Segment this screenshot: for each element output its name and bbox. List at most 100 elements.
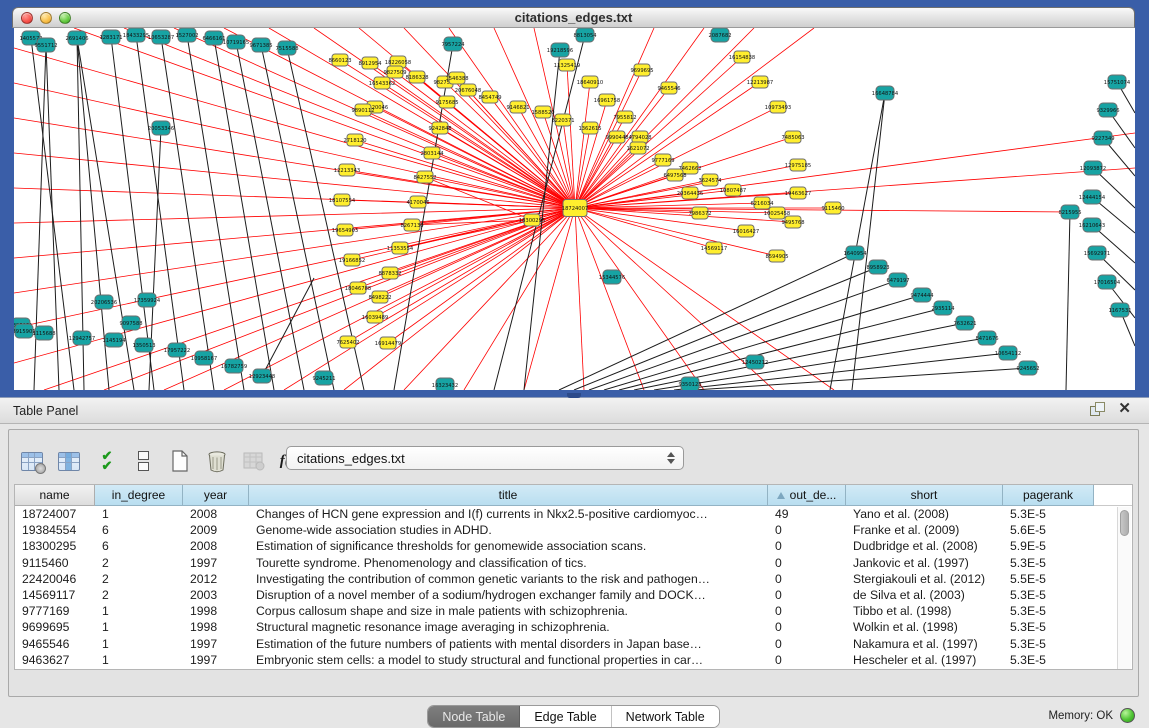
graph-node[interactable]: 1588520 (531, 106, 554, 118)
graph-node[interactable]: 7625402 (336, 336, 359, 348)
network-window-titlebar[interactable]: citations_edges.txt (12, 7, 1135, 28)
graph-node[interactable]: 9699695 (630, 64, 653, 76)
graph-node[interactable]: 2718120 (343, 134, 366, 146)
graph-node[interactable]: 19166852 (339, 254, 365, 266)
table-row[interactable]: 1938455462009Genome-wide association stu… (15, 522, 1132, 538)
graph-node[interactable]: 1640954 (843, 246, 867, 260)
graph-node[interactable]: 6479197 (886, 273, 909, 287)
graph-node[interactable]: 8427552 (413, 171, 436, 183)
graph-node[interactable]: 8878332 (378, 267, 401, 279)
table-row[interactable]: 1830029562008Estimation of significance … (15, 538, 1132, 554)
network-view-canvas[interactable]: 1872400786601238912954182260589827509818… (14, 28, 1135, 390)
graph-node[interactable]: 9245652 (1016, 361, 1039, 375)
column-header-title[interactable]: title (249, 485, 768, 506)
row-height-button[interactable] (130, 448, 156, 474)
graph-node[interactable]: 8471676 (975, 331, 998, 345)
graph-node[interactable]: 9097588 (119, 316, 142, 330)
graph-node[interactable]: 9245211 (312, 371, 335, 385)
graph-node[interactable]: 18107554 (329, 194, 356, 206)
vertical-scrollbar[interactable] (1117, 507, 1131, 669)
table-settings-button[interactable] (19, 448, 45, 474)
graph-node[interactable]: 9242848 (428, 122, 451, 134)
column-header-year[interactable]: year (183, 485, 249, 506)
graph-node[interactable]: 20053346 (148, 121, 174, 135)
graph-node[interactable]: 1621072 (626, 142, 649, 154)
graph-node[interactable]: 9115460 (821, 202, 844, 214)
table-row[interactable]: 2242004622012Investigating the contribut… (15, 571, 1132, 587)
graph-node[interactable]: 8267130 (400, 219, 423, 231)
graph-node[interactable]: 8912954 (358, 57, 382, 69)
graph-node[interactable]: 9827509 (383, 66, 406, 78)
graph-node[interactable]: 8498222 (368, 291, 391, 303)
graph-node[interactable]: 12213343 (334, 164, 360, 176)
graph-node[interactable]: 9175685 (435, 96, 458, 108)
tab-edge-table[interactable]: Edge Table (520, 706, 611, 727)
graph-node[interactable]: 9777169 (651, 154, 674, 166)
table-selector-dropdown[interactable]: citations_edges.txt (286, 446, 684, 470)
graph-node[interactable]: 9329966 (1096, 103, 1119, 117)
graph-node[interactable]: 19463627 (785, 187, 811, 199)
graph-node[interactable]: 8594905 (765, 250, 788, 262)
graph-node[interactable]: 9551712 (34, 38, 57, 52)
delete-table-button[interactable] (204, 448, 230, 474)
graph-node[interactable]: 8660123 (328, 54, 351, 66)
column-header-indegree[interactable]: in_degree (95, 485, 183, 506)
column-header-outde[interactable]: out_de... (768, 485, 846, 506)
graph-node[interactable]: 10654112 (995, 346, 1021, 360)
graph-node[interactable]: 6497568 (663, 169, 686, 181)
graph-node[interactable]: 4794028 (628, 131, 651, 143)
graph-node[interactable]: 11353554 (387, 242, 414, 254)
table-row[interactable]: 946554611997Estimation of the future num… (15, 636, 1132, 652)
graph-node[interactable]: 17359924 (134, 293, 161, 307)
graph-node[interactable]: 10719165 (223, 35, 249, 49)
graph-node[interactable]: 3624574 (698, 174, 722, 186)
graph-node[interactable]: 10958167 (191, 351, 217, 365)
graph-node[interactable]: 1283171 (99, 30, 122, 44)
graph-node[interactable]: 16961758 (594, 94, 620, 106)
graph-node[interactable]: 16914479 (375, 337, 401, 349)
graph-node[interactable]: 4170046 (406, 196, 429, 208)
graph-node[interactable]: 16543362 (369, 77, 395, 89)
graph-node[interactable]: 14569117 (701, 242, 727, 254)
graph-node[interactable]: 16016427 (733, 225, 759, 237)
graph-node[interactable]: 16210643 (1079, 218, 1105, 232)
graph-node[interactable]: 10653287 (148, 30, 174, 44)
select-columns-button[interactable]: ✔✔ (93, 448, 119, 474)
graph-node-hub[interactable]: 18724007 (562, 200, 588, 217)
graph-node[interactable]: 16154838 (729, 51, 755, 63)
graph-node[interactable]: 9474444 (910, 288, 934, 302)
graph-node[interactable]: 8186328 (405, 71, 428, 83)
graph-node[interactable]: 17016504 (1094, 275, 1121, 289)
column-header-short[interactable]: short (846, 485, 1003, 506)
graph-node[interactable]: 1527002 (175, 28, 198, 42)
graph-node[interactable]: 12444154 (1079, 190, 1106, 204)
table-row[interactable]: 946362711997Embryonic stem cells: a mode… (15, 652, 1132, 668)
graph-node[interactable]: 16323432 (432, 378, 458, 390)
table-row[interactable]: 911546021997Tourette syndrome. Phenomeno… (15, 555, 1132, 571)
graph-node[interactable]: 18433295 (123, 28, 149, 42)
graph-node[interactable]: 9671385 (249, 38, 272, 52)
graph-node[interactable]: 2935114 (931, 301, 955, 315)
graph-node[interactable]: 8220371 (551, 114, 574, 126)
column-header-name[interactable]: name (15, 485, 95, 506)
graph-node[interactable]: 18046788 (345, 282, 371, 294)
graph-node[interactable]: 12975185 (785, 159, 811, 171)
graph-node[interactable]: 7986372 (688, 207, 711, 219)
graph-node[interactable]: 9227349 (1091, 131, 1114, 145)
graph-node[interactable]: 7957224 (441, 37, 465, 51)
graph-node[interactable]: 8454749 (478, 91, 501, 103)
graph-node[interactable]: 16648784 (872, 86, 899, 100)
graph-node[interactable]: 1546388 (445, 72, 468, 84)
graph-node[interactable]: 17957222 (164, 343, 190, 357)
table-row[interactable]: 1456911722003Disruption of a novel membe… (15, 587, 1132, 603)
close-panel-icon[interactable]: ✕ (1118, 402, 1131, 416)
graph-node[interactable]: 9990448 (605, 131, 628, 143)
graph-node[interactable]: 8813054 (573, 28, 597, 42)
graph-node[interactable]: 12942757 (69, 331, 95, 345)
graph-node[interactable]: 20364436 (677, 187, 703, 199)
column-header-pagerank[interactable]: pagerank (1003, 485, 1094, 506)
graph-node[interactable]: 15692971 (1084, 246, 1110, 260)
graph-node[interactable]: 7515588 (275, 41, 298, 55)
graph-node[interactable]: 2803144 (420, 147, 444, 159)
graph-node[interactable]: 9890112 (351, 104, 374, 116)
